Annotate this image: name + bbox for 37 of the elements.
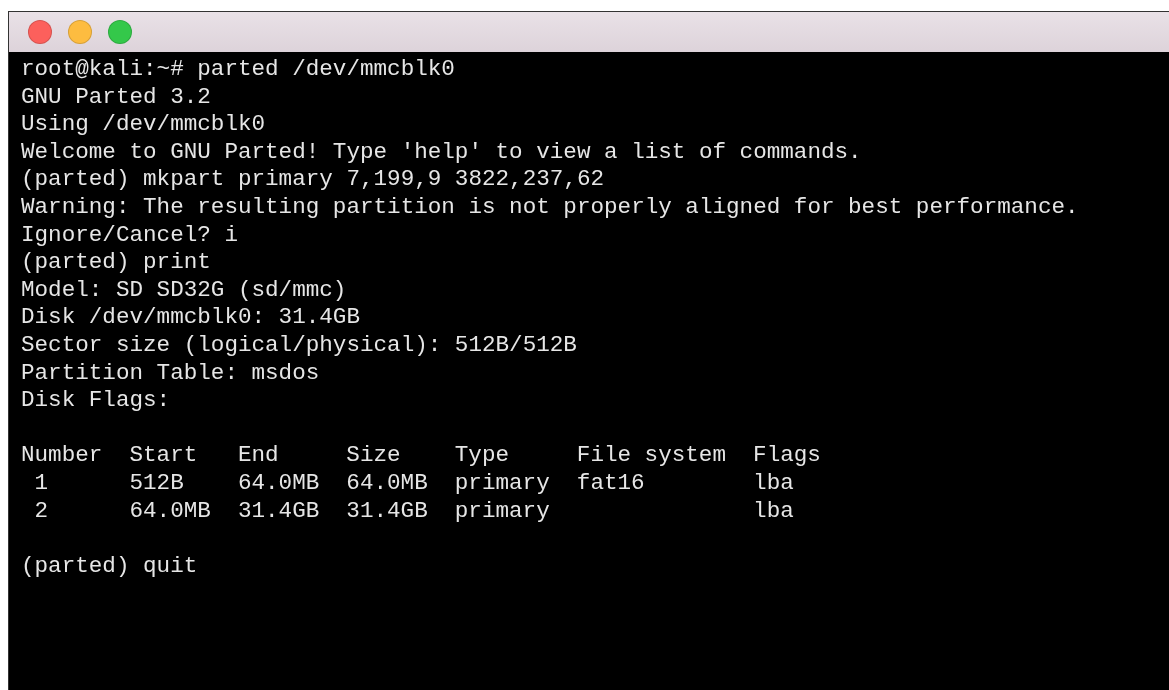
terminal-line: Ignore/Cancel? i bbox=[21, 221, 238, 248]
terminal-line: Disk /dev/mmcblk0: 31.4GB bbox=[21, 304, 360, 331]
terminal-line: Model: SD SD32G (sd/mmc) bbox=[21, 276, 347, 303]
terminal-line: root@kali:~# parted /dev/mmcblk0 bbox=[21, 56, 455, 82]
terminal-line: Using /dev/mmcblk0 bbox=[21, 111, 266, 138]
table-cell: fat16 bbox=[576, 469, 645, 496]
table-cell: 1 bbox=[34, 469, 49, 496]
terminal-line: Welcome to GNU Parted! Type 'help' to view a list of commands. bbox=[21, 138, 862, 165]
table-cell: 64.0MB bbox=[129, 497, 211, 524]
table-cell: primary bbox=[454, 497, 550, 524]
terminal-line: Warning: The resulting partition is not properly aligned for best performance. bbox=[21, 193, 1079, 220]
column-header: Type bbox=[454, 442, 510, 469]
column-header: File system bbox=[576, 442, 726, 469]
column-header: Flags bbox=[753, 442, 821, 469]
table-cell: 31.4GB bbox=[346, 497, 428, 524]
minimize-button[interactable] bbox=[68, 20, 92, 44]
column-header: Size bbox=[346, 442, 401, 469]
terminal-line: GNU Parted 3.2 bbox=[21, 83, 211, 110]
column-header: Number bbox=[21, 442, 103, 469]
terminal-line: Disk Flags: bbox=[21, 387, 171, 414]
table-cell: 64.0MB bbox=[237, 469, 320, 496]
column-header: Start bbox=[129, 442, 198, 469]
terminal-line: (parted) mkpart primary 7,199,9 3822,237,62 bbox=[21, 166, 604, 193]
table-cell: 64.0MB bbox=[346, 469, 428, 496]
terminal-line: (parted) quit bbox=[21, 552, 198, 579]
table-cell: 2 bbox=[34, 497, 49, 524]
table-cell: 512B bbox=[129, 469, 184, 496]
table-cell: primary bbox=[454, 469, 550, 496]
table-cell: lba bbox=[753, 497, 794, 524]
table-cell: lba bbox=[753, 469, 794, 496]
terminal-line: (parted) print bbox=[21, 249, 211, 276]
terminal-line: Sector size (logical/physical): 512B/512B bbox=[21, 331, 577, 358]
terminal-line: Partition Table: msdos bbox=[21, 359, 320, 386]
maximize-button[interactable] bbox=[108, 20, 132, 44]
column-header: End bbox=[237, 442, 279, 469]
table-cell: 31.4GB bbox=[237, 497, 320, 524]
close-button[interactable] bbox=[28, 20, 52, 44]
